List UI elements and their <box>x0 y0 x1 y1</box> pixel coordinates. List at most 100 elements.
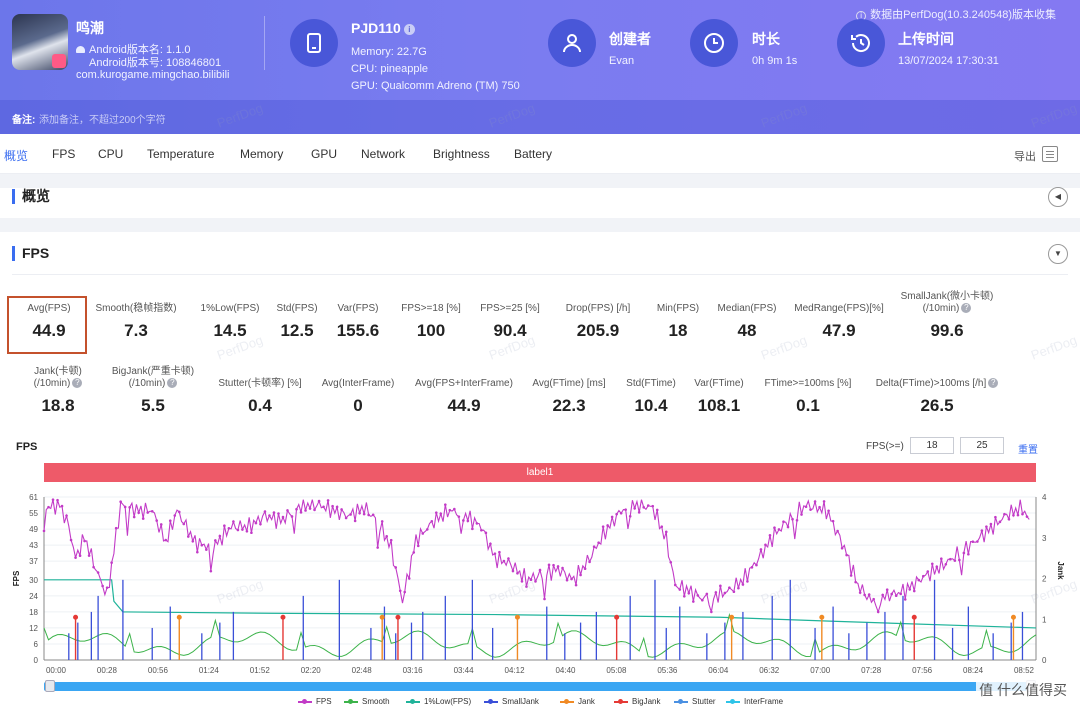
help-icon[interactable]: ? <box>961 303 972 314</box>
y-tick-label: 55 <box>29 509 38 518</box>
fps-point <box>331 504 334 508</box>
tab-fps[interactable]: FPS <box>52 147 75 161</box>
fps-point <box>83 539 86 543</box>
fps-point <box>430 519 434 523</box>
collapse-overview-icon[interactable]: ◀ <box>1048 187 1068 207</box>
fps-point <box>610 515 614 519</box>
fps-point <box>96 571 100 574</box>
fps-point <box>958 558 961 562</box>
fps-point <box>588 560 591 564</box>
export-button[interactable]: 导出 <box>1014 148 1036 164</box>
tab-network[interactable]: Network <box>361 147 405 161</box>
fps-chart[interactable]: 0612182430374349556101234FPS Jank00:00 00:… <box>0 482 1080 682</box>
fps-point <box>903 598 907 601</box>
y-tick-label: 6 <box>34 640 39 649</box>
tab-battery[interactable]: Battery <box>514 147 552 161</box>
duration-value: 0h 9m 1s <box>752 55 798 67</box>
legend-item-interframe[interactable]: InterFrame <box>726 697 783 706</box>
tab-brightness[interactable]: Brightness <box>433 147 490 161</box>
x-tick-label: 04:40 <box>555 666 576 675</box>
fps-point <box>980 529 984 532</box>
help-icon[interactable]: ? <box>988 378 999 389</box>
reset-button[interactable]: 重置 <box>1018 441 1038 456</box>
tab-temperature[interactable]: Temperature <box>147 147 214 161</box>
fps-point <box>696 594 700 597</box>
overview-section-title: 概览 <box>12 189 50 204</box>
fps-point <box>385 535 388 538</box>
collector-notice: i 数据由PerfDog(10.3.240548)版本收集 <box>856 6 1056 22</box>
legend-item-smooth[interactable]: Smooth <box>344 697 390 706</box>
collapse-fps-icon[interactable]: ▼ <box>1048 244 1068 264</box>
fps-point <box>146 511 150 514</box>
fps-point <box>786 525 790 529</box>
fps-point <box>389 538 393 542</box>
metric-avg-fps-interframe: Avg(FPS+InterFrame) 44.9 <box>415 378 513 415</box>
legend-item-bigjank[interactable]: BigJank <box>614 697 660 706</box>
fps-point <box>976 540 979 543</box>
help-icon[interactable]: ? <box>72 378 83 389</box>
help-icon[interactable]: ? <box>167 378 178 389</box>
legend-item-1-low-fps-[interactable]: 1%Low(FPS) <box>406 697 471 706</box>
x-tick-label: 05:36 <box>657 666 678 675</box>
big-jank-point <box>395 614 401 620</box>
fps-point <box>281 515 285 519</box>
metric-delta-ftime: Delta(FTime)>100ms [/h]? 26.5 <box>866 378 1008 416</box>
clock-icon <box>690 19 738 67</box>
fps-point <box>822 500 826 503</box>
fps-section-title: FPS <box>12 246 49 261</box>
tab-memory[interactable]: Memory <box>240 147 283 161</box>
jank-point <box>819 614 825 620</box>
fps-point <box>168 519 172 522</box>
fps-point <box>773 526 776 530</box>
device-info-icon[interactable]: i <box>403 23 415 35</box>
remark-input[interactable]: 添加备注，不超过200个字符 <box>39 111 166 126</box>
fps-point <box>353 519 357 523</box>
fps-point <box>358 511 361 515</box>
legend-item-stutter[interactable]: Stutter <box>674 697 716 706</box>
legend-swatch <box>560 698 574 704</box>
fps-point <box>155 519 159 522</box>
fps-point <box>326 499 330 502</box>
y-tick-label: 61 <box>29 493 38 502</box>
fps-point <box>92 565 95 569</box>
legend-item-fps[interactable]: FPS <box>298 697 332 706</box>
tab-gpu[interactable]: GPU <box>311 147 337 161</box>
timeline-scrollbar[interactable] <box>44 682 1036 691</box>
header-divider <box>264 16 265 70</box>
tab-cpu[interactable]: CPU <box>98 147 123 161</box>
fps-point <box>949 557 952 561</box>
fps-point <box>836 529 839 533</box>
fps-threshold-input-1[interactable]: 18 <box>910 437 954 454</box>
fps-point <box>989 522 993 526</box>
fps-point <box>335 505 339 509</box>
fps-point <box>940 557 943 561</box>
fps-threshold-input-2[interactable]: 25 <box>960 437 1004 454</box>
fps-point <box>317 499 321 503</box>
fps-point <box>953 559 957 562</box>
fps-point <box>489 542 492 546</box>
jank-point <box>729 614 735 620</box>
y-right-tick-label: 4 <box>1042 493 1047 502</box>
fps-point <box>885 588 889 592</box>
fps-point <box>101 584 104 588</box>
fps-point <box>890 592 894 596</box>
metric-avg-ftime: Avg(FTime) [ms] 22.3 <box>532 378 606 415</box>
fps-point <box>840 546 844 550</box>
fps-point <box>692 600 695 603</box>
fps-point <box>710 610 713 614</box>
fps-point <box>132 515 136 519</box>
fps-point <box>394 566 398 569</box>
export-icon[interactable] <box>1042 146 1058 162</box>
app-version-code: Android版本号: 108846801 <box>89 57 222 69</box>
y-tick-label: 43 <box>29 541 38 550</box>
tab-overview[interactable]: 概览 <box>4 147 28 164</box>
legend-item-smalljank[interactable]: SmallJank <box>484 697 539 706</box>
scrollbar-handle-left[interactable] <box>45 680 55 692</box>
fps-point <box>1007 517 1011 521</box>
label-band[interactable]: label1 <box>44 463 1036 482</box>
device-cpu: CPU: pineapple <box>351 63 429 75</box>
fps-point <box>565 578 569 582</box>
legend-item-jank[interactable]: Jank <box>560 697 595 706</box>
x-tick-label: 07:56 <box>912 666 933 675</box>
fps-point <box>935 565 939 568</box>
